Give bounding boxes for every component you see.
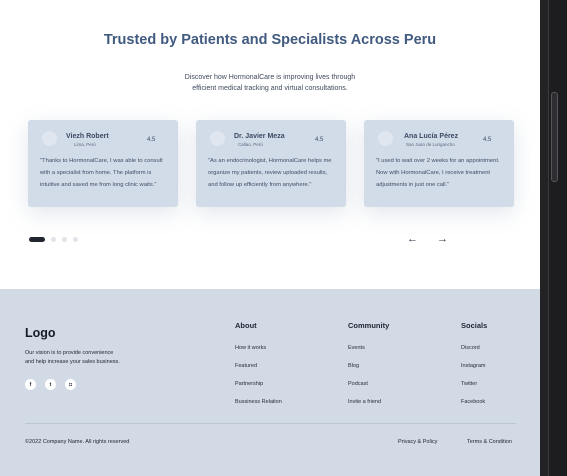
footer-link[interactable]: Twitter bbox=[461, 381, 477, 387]
carousel-dot[interactable] bbox=[62, 237, 67, 242]
testimonial-location: Lima, Perú bbox=[74, 142, 96, 147]
footer-link[interactable]: Podcast bbox=[348, 381, 368, 387]
footer-vision-line-1: Our vision is to provide convenience bbox=[25, 350, 114, 356]
footer-link[interactable]: Featured bbox=[235, 363, 257, 369]
footer-link[interactable]: Discord bbox=[461, 345, 480, 351]
testimonial-rating: 4.5 bbox=[483, 137, 492, 143]
testimonial-name: Viezh Robert bbox=[66, 133, 109, 140]
avatar bbox=[210, 131, 225, 146]
footer-vision-line-2: and help increase your sales business. bbox=[25, 359, 120, 365]
avatar bbox=[42, 131, 57, 146]
page: Trusted by Patients and Specialists Acro… bbox=[0, 0, 540, 476]
testimonial-rating: 4.5 bbox=[147, 137, 156, 143]
footer-link[interactable]: Events bbox=[348, 345, 365, 351]
testimonial-quote: "Thanks to HormonalCare, I was able to c… bbox=[40, 158, 163, 188]
testimonial-card[interactable]: Viezh Robert Lima, Perú 4.5 "Thanks to H… bbox=[28, 120, 178, 207]
section-subtitle-line-1: Discover how HormonalCare is improving l… bbox=[184, 74, 356, 81]
footer-link[interactable]: Instagram bbox=[461, 363, 485, 369]
footer-link[interactable]: Facebook bbox=[461, 399, 485, 405]
scrollbar-thumb[interactable] bbox=[551, 92, 558, 182]
footer: Logo Our vision is to provide convenienc… bbox=[0, 289, 540, 476]
footer-link[interactable]: Partnership bbox=[235, 381, 263, 387]
testimonial-rating: 4.5 bbox=[315, 137, 324, 143]
footer-copyright: ©2022 Company Name. All rights reserved bbox=[25, 439, 130, 445]
side-panel-inner bbox=[548, 0, 567, 476]
testimonial-quote: "I used to wait over 2 weeks for an appo… bbox=[376, 158, 500, 188]
footer-heading-community: Community bbox=[348, 321, 390, 330]
footer-vision: Our vision is to provide convenience and… bbox=[25, 349, 145, 367]
facebook-icon[interactable]: f bbox=[25, 379, 36, 390]
testimonial-location: Callao, Perú bbox=[238, 142, 263, 147]
carousel-dot[interactable] bbox=[51, 237, 56, 242]
arrow-left-icon[interactable]: ← bbox=[407, 234, 418, 245]
section-title: Trusted by Patients and Specialists Acro… bbox=[103, 32, 437, 48]
footer-logo[interactable]: Logo bbox=[25, 326, 56, 340]
footer-link[interactable]: Bussiness Relation bbox=[235, 399, 282, 405]
section-subtitle: Discover how HormonalCare is improving l… bbox=[170, 73, 370, 94]
arrow-right-icon[interactable]: → bbox=[437, 234, 448, 245]
testimonial-quote: "As an endocrinologist, HormonalCare hel… bbox=[208, 158, 332, 188]
avatar bbox=[378, 131, 393, 146]
testimonial-name: Ana Lucía Pérez bbox=[404, 133, 459, 140]
instagram-icon[interactable]: ◘ bbox=[65, 379, 76, 390]
terms-condition-link[interactable]: Terms & Condition bbox=[467, 439, 512, 445]
carousel-dot-active[interactable] bbox=[29, 237, 45, 242]
footer-heading-socials: Socials bbox=[461, 321, 488, 330]
window-side-panel bbox=[540, 0, 567, 476]
footer-link[interactable]: Blog bbox=[348, 363, 359, 369]
footer-link[interactable]: How it works bbox=[235, 345, 266, 351]
carousel-dot[interactable] bbox=[73, 237, 78, 242]
testimonial-location: San Juan de Lurigancho bbox=[406, 142, 455, 147]
footer-divider bbox=[25, 423, 516, 424]
section-subtitle-line-2: efficient medical tracking and virtual c… bbox=[192, 84, 348, 92]
testimonial-name: Dr. Javier Meza bbox=[234, 133, 285, 140]
privacy-policy-link[interactable]: Privacy & Policy bbox=[398, 439, 437, 445]
twitter-icon[interactable]: t bbox=[45, 379, 56, 390]
footer-heading-about: About bbox=[235, 321, 257, 330]
footer-link[interactable]: Invite a friend bbox=[348, 399, 381, 405]
testimonial-card[interactable]: Dr. Javier Meza Callao, Perú 4.5 "As an … bbox=[196, 120, 346, 207]
testimonial-card[interactable]: Ana Lucía Pérez San Juan de Lurigancho 4… bbox=[364, 120, 514, 207]
